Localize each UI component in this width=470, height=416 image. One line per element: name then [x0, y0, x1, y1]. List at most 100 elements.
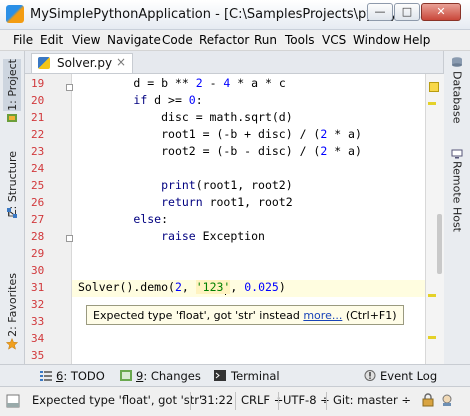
window-title: MySimplePythonApplication - [C:\SamplesP…	[30, 7, 422, 22]
code-line[interactable]: raise Exception	[78, 229, 265, 243]
code-line[interactable]: root2 = (-b - disc) / (2 * a)	[78, 144, 362, 158]
event-log-icon	[364, 370, 376, 381]
code-line[interactable]: root1 = (-b + disc) / (2 * a)	[78, 127, 362, 141]
code-line[interactable]: if d >= 0:	[78, 93, 203, 107]
menu-navigate[interactable]: Navigate	[107, 33, 161, 47]
code-token: :	[195, 93, 203, 107]
database-tool-tab[interactable]: Database	[448, 69, 466, 125]
tooltip-shortcut: (Ctrl+F1)	[342, 309, 397, 322]
menu-run[interactable]: Run	[254, 33, 277, 47]
editor-tab-solver[interactable]: Solver.py ×	[31, 53, 133, 73]
code-token: root1 = (-b + disc) / (	[161, 127, 321, 141]
menu-help[interactable]: Help	[403, 33, 430, 47]
code-token: :	[161, 212, 169, 226]
vcs-branch-selector[interactable]: Git: master ÷	[333, 393, 411, 407]
code-token: * a * c	[230, 76, 286, 90]
menu-window[interactable]: Window	[353, 33, 400, 47]
code-token: ,	[230, 280, 245, 294]
favorites-tool-tab[interactable]: 2: Favorites	[3, 273, 21, 337]
line-number: 29	[31, 247, 45, 260]
menu-edit[interactable]: Edit	[40, 33, 63, 47]
code-line[interactable]: disc = math.sqrt(d)	[78, 110, 293, 124]
fold-marker[interactable]	[66, 235, 73, 242]
code-token: disc = math.sqrt(d)	[161, 110, 293, 124]
remote-host-tool-tab[interactable]: Remote Host	[448, 161, 466, 232]
warning-mark[interactable]	[428, 294, 436, 297]
code-line[interactable]: else:	[78, 212, 168, 226]
inspection-tooltip: Expected type 'float', got 'str' instead…	[86, 305, 404, 325]
number-token: 2	[195, 76, 203, 90]
code-token: * a)	[327, 144, 362, 158]
menu-file[interactable]: File	[13, 33, 33, 47]
line-number: 20	[31, 94, 45, 107]
tool-windows-toggle-icon[interactable]	[6, 394, 20, 408]
line-separator-selector[interactable]: CRLF ÷	[241, 393, 283, 407]
line-number: 25	[31, 179, 45, 192]
menu-vcs[interactable]: VCS	[322, 33, 346, 47]
project-tool-label: 1: Project	[5, 59, 19, 111]
close-tab-icon[interactable]: ×	[116, 55, 126, 69]
inspection-status-icon[interactable]	[429, 82, 439, 92]
line-number: 30	[31, 264, 45, 277]
minimize-button[interactable]: —	[367, 3, 393, 21]
status-separator	[190, 392, 191, 410]
terminal-icon	[214, 370, 226, 381]
menu-code[interactable]: Code	[162, 33, 193, 47]
inspector-icon[interactable]	[440, 393, 454, 407]
code-line[interactable]: return root1, root2	[78, 195, 293, 209]
fold-marker[interactable]	[66, 84, 73, 91]
todo-label: : TODO	[63, 369, 105, 383]
warning-mark[interactable]	[428, 336, 436, 339]
warning-mark[interactable]	[428, 102, 436, 105]
line-number: 22	[31, 128, 45, 141]
status-separator	[278, 392, 279, 410]
keyword-token: else	[133, 212, 162, 226]
line-number: 24	[31, 162, 45, 175]
code-token: )	[278, 280, 286, 294]
tooltip-more-link[interactable]: more...	[303, 309, 342, 322]
caret-position[interactable]: 31:22	[200, 393, 233, 407]
code-line[interactable]: d = b ** 2 - 4 * a * c	[78, 76, 286, 90]
encoding-selector[interactable]: UTF-8 ÷	[283, 393, 330, 407]
database-tool-label: Database	[450, 70, 464, 124]
right-tool-strip: Database Remote Host	[443, 51, 470, 364]
line-number: 34	[31, 332, 45, 345]
close-button[interactable]: ✕	[421, 3, 461, 21]
line-number: 35	[31, 349, 45, 362]
number-token: 0.025	[244, 280, 279, 294]
status-separator	[235, 392, 236, 410]
changes-label: : Changes	[143, 369, 201, 383]
favorites-star-icon	[6, 338, 18, 350]
editor-tab-bar: Solver.py ×	[25, 51, 443, 74]
error-stripe[interactable]	[425, 74, 444, 364]
changes-tool-button[interactable]: 9: Changes	[136, 369, 201, 383]
bottom-tool-bar: 6: TODO 9: Changes Terminal Event Log	[0, 364, 470, 387]
code-token: d = b **	[133, 76, 196, 90]
event-log-tool-button[interactable]: Event Log	[380, 369, 437, 383]
line-number: 19	[31, 77, 45, 90]
favorites-tool-label: 2: Favorites	[5, 273, 19, 337]
line-number: 23	[31, 145, 45, 158]
code-line[interactable]: print(root1, root2)	[78, 178, 293, 192]
maximize-button[interactable]: □	[394, 3, 420, 21]
line-number: 27	[31, 213, 45, 226]
menu-view[interactable]: View	[72, 33, 100, 47]
menu-refactor[interactable]: Refactor	[199, 33, 249, 47]
keyword-token: print	[161, 178, 196, 192]
vertical-scrollbar[interactable]	[437, 214, 442, 274]
python-file-icon	[38, 57, 50, 69]
tooltip-message: Expected type 'float', got 'str' instead	[93, 309, 304, 322]
terminal-tool-button[interactable]: Terminal	[231, 369, 280, 383]
lock-icon[interactable]	[421, 393, 435, 407]
code-token: * a)	[327, 127, 362, 141]
line-number: 33	[31, 315, 45, 328]
code-token: d >=	[147, 93, 189, 107]
menu-tools[interactable]: Tools	[285, 33, 315, 47]
structure-icon	[7, 208, 17, 218]
status-bar: Expected type 'float', got 'str' 31:22 C…	[0, 387, 470, 416]
string-token: '123'	[195, 280, 231, 294]
project-tool-tab[interactable]: 1: Project	[3, 59, 21, 111]
todo-tool-button[interactable]: 6: TODO	[56, 369, 105, 383]
code-line[interactable]: Solver().demo(2, '123', 0.025)	[78, 280, 286, 294]
changes-icon	[120, 370, 132, 381]
